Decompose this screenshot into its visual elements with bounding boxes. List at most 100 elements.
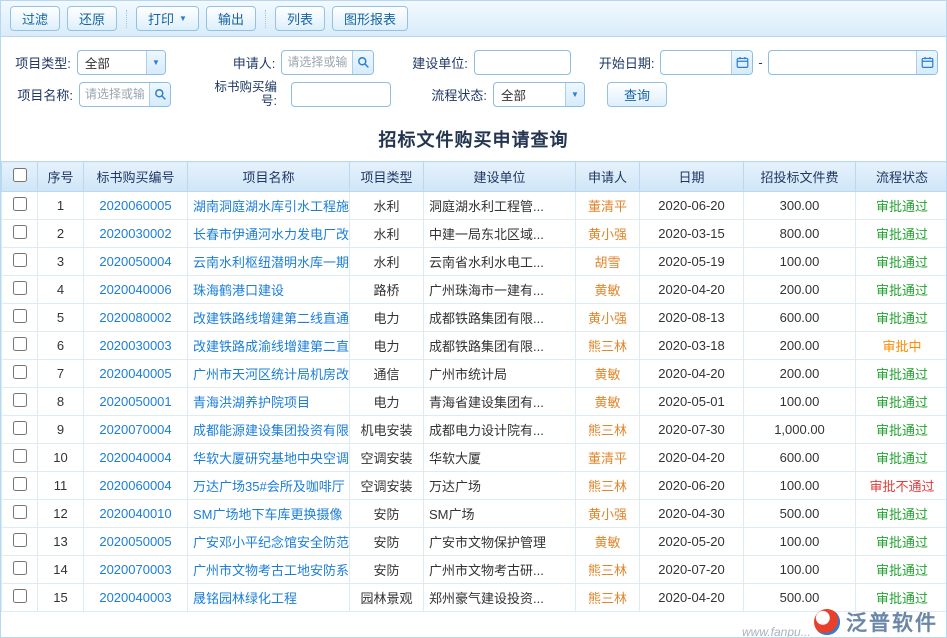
project-name-link[interactable]: 珠海鹤港口建设: [193, 283, 284, 298]
bid-code-link[interactable]: 2020040004: [99, 450, 171, 465]
row-checkbox[interactable]: [13, 393, 27, 407]
flow-status-link[interactable]: 审批中: [882, 339, 921, 354]
cell-date: 2020-06-20: [640, 192, 744, 220]
bid-code-link[interactable]: 2020060004: [99, 478, 171, 493]
applicant-input[interactable]: [282, 55, 352, 69]
flow-status-link[interactable]: 审批通过: [876, 535, 928, 550]
cell-construction-unit: 洞庭湖水利工程管...: [429, 199, 544, 214]
cell-type: 安防: [350, 556, 424, 584]
table-row: 42020040006珠海鹤港口建设路桥广州珠海市一建有...黄敏2020-04…: [2, 276, 947, 304]
row-checkbox[interactable]: [13, 477, 27, 491]
row-checkbox[interactable]: [13, 225, 27, 239]
bid-code-link[interactable]: 2020080002: [99, 310, 171, 325]
flow-status-link[interactable]: 审批通过: [876, 255, 928, 270]
row-checkbox[interactable]: [13, 281, 27, 295]
flow-status-link[interactable]: 审批通过: [876, 199, 928, 214]
cell-fee: 800.00: [780, 226, 820, 241]
row-checkbox[interactable]: [13, 253, 27, 267]
toolbar-button-export[interactable]: 输出: [206, 6, 256, 31]
cell-code: 2020060004: [84, 472, 188, 500]
row-checkbox[interactable]: [13, 337, 27, 351]
row-checkbox[interactable]: [13, 421, 27, 435]
flow-status-link[interactable]: 审批通过: [876, 563, 928, 578]
flow-status-link[interactable]: 审批通过: [876, 311, 928, 326]
flow-status-link[interactable]: 审批通过: [876, 423, 928, 438]
project-name-link[interactable]: 成都能源建设集团投资有限: [193, 423, 349, 438]
project-name-link[interactable]: 万达广场35#会所及咖啡厅: [193, 479, 345, 494]
bid-code-link[interactable]: 2020050005: [99, 534, 171, 549]
search-icon[interactable]: [149, 83, 170, 106]
bid-code-link[interactable]: 2020070003: [99, 562, 171, 577]
bid-code-link[interactable]: 2020050004: [99, 254, 171, 269]
cell-date: 2020-05-20: [658, 534, 725, 549]
bid-code-link[interactable]: 2020070004: [99, 422, 171, 437]
project-name-link[interactable]: 改建铁路成渝线增建第二直: [193, 339, 349, 354]
flow-status-link[interactable]: 审批通过: [876, 283, 928, 298]
project-name-link[interactable]: 广州市天河区统计局机房改: [193, 367, 349, 382]
cell-fee: 1,000.00: [744, 416, 856, 444]
row-checkbox[interactable]: [13, 449, 27, 463]
project-name-link[interactable]: 改建铁路线增建第二线直通: [193, 311, 349, 326]
project-type-select[interactable]: 全部 ▼: [77, 50, 166, 75]
row-checkbox[interactable]: [13, 561, 27, 575]
flow-status-link[interactable]: 审批通过: [876, 591, 928, 606]
bid-code-link[interactable]: 2020040010: [99, 506, 171, 521]
project-name-link[interactable]: 华软大厦研究基地中央空调: [193, 451, 349, 466]
flow-status-link[interactable]: 审批通过: [876, 367, 928, 382]
bid-code-link[interactable]: 2020030003: [99, 338, 171, 353]
flow-status-link[interactable]: 审批通过: [876, 395, 928, 410]
bid-code-link[interactable]: 2020060005: [99, 198, 171, 213]
flow-status-value: 全部: [494, 85, 526, 104]
bid-code-link[interactable]: 2020030002: [99, 226, 171, 241]
row-checkbox[interactable]: [13, 589, 27, 603]
toolbar-button-list[interactable]: 列表: [275, 6, 325, 31]
flow-status-link[interactable]: 审批不通过: [869, 479, 934, 494]
project-name-link[interactable]: 广州市文物考古工地安防系: [193, 563, 349, 578]
cell-status: 审批通过: [856, 416, 947, 444]
toolbar-button-print[interactable]: 打印▼: [136, 6, 199, 31]
bid-code-link[interactable]: 2020040005: [99, 366, 171, 381]
construction-unit-input[interactable]: [475, 55, 570, 69]
cell-seq: 4: [38, 276, 84, 304]
filter-row-2: 项目名称: 标书购买编号: 流程状态: 全部 ▼ 查询: [9, 78, 938, 110]
toolbar-button-filter[interactable]: 过滤: [10, 6, 60, 31]
project-name-link[interactable]: 青海洪湖养护院项目: [193, 395, 310, 410]
flow-status-link[interactable]: 审批通过: [876, 451, 928, 466]
cell-date: 2020-05-19: [658, 254, 725, 269]
cell-seq: 15: [38, 584, 84, 612]
cell-fee: 200.00: [780, 338, 820, 353]
row-checkbox[interactable]: [13, 197, 27, 211]
cell-fee: 200.00: [744, 332, 856, 360]
query-button[interactable]: 查询: [607, 82, 667, 107]
project-name-link[interactable]: 云南水利枢纽潜明水库一期: [193, 255, 349, 270]
start-date-input[interactable]: [661, 55, 731, 69]
calendar-icon[interactable]: [916, 51, 937, 74]
calendar-icon[interactable]: [731, 51, 752, 74]
toolbar-button-restore[interactable]: 还原: [67, 6, 117, 31]
project-name-link[interactable]: SM广场地下车库更换摄像: [193, 507, 343, 522]
cell-check: [2, 248, 38, 276]
project-name-input[interactable]: [80, 87, 149, 101]
bid-code-link[interactable]: 2020040003: [99, 590, 171, 605]
flow-status-link[interactable]: 审批通过: [876, 227, 928, 242]
flow-status-link[interactable]: 审批通过: [876, 507, 928, 522]
project-name-link[interactable]: 湖南洞庭湖水库引水工程施: [193, 199, 349, 214]
end-date-input[interactable]: [769, 55, 916, 69]
bid-code-link[interactable]: 2020040006: [99, 282, 171, 297]
project-name-link[interactable]: 长春市伊通河水力发电厂改: [193, 227, 349, 242]
vendor-url: www.fanpu...: [742, 625, 811, 638]
row-checkbox[interactable]: [13, 533, 27, 547]
table-row: 142020070003广州市文物考古工地安防系安防广州市文物考古研...熊三林…: [2, 556, 947, 584]
row-checkbox[interactable]: [13, 505, 27, 519]
search-icon[interactable]: [352, 51, 373, 74]
project-name-link[interactable]: 广安邓小平纪念馆安全防范: [193, 535, 349, 550]
bid-purchase-no-input[interactable]: [292, 87, 390, 101]
cell-fee: 600.00: [780, 310, 820, 325]
flow-status-select[interactable]: 全部 ▼: [493, 82, 585, 107]
select-all-checkbox[interactable]: [13, 168, 27, 182]
row-checkbox[interactable]: [13, 365, 27, 379]
toolbar-button-chart-report[interactable]: 图形报表: [332, 6, 408, 31]
bid-code-link[interactable]: 2020050001: [99, 394, 171, 409]
row-checkbox[interactable]: [13, 309, 27, 323]
project-name-link[interactable]: 晟铭园林绿化工程: [193, 591, 297, 606]
